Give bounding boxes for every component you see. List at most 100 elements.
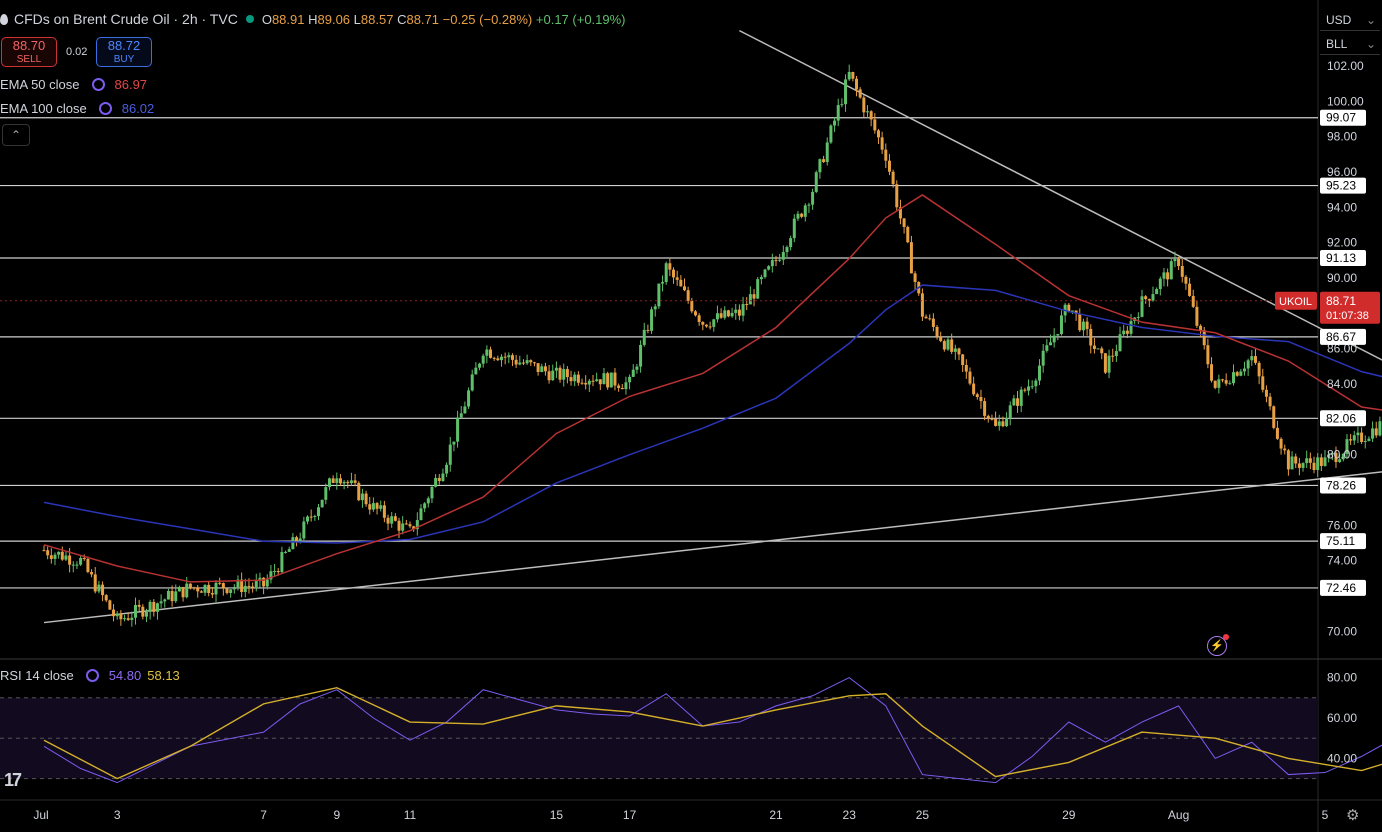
candle-body [430, 486, 434, 499]
candle-body [737, 309, 741, 316]
price-tick-label: 96.00 [1327, 165, 1357, 179]
low-value: 88.57 [360, 11, 394, 27]
candle-body [298, 538, 302, 542]
candle-body [1078, 313, 1082, 331]
candle-body [386, 517, 390, 524]
chart-canvas[interactable]: 102.00 100.00 98.00 96.00 94.00 92.00 90.00 86.… [0, 0, 1382, 832]
time-tick-label: Jul [33, 808, 48, 822]
candle-body [924, 316, 928, 319]
candle-body [628, 376, 632, 383]
candle-body [606, 373, 610, 388]
candle-body [177, 587, 181, 592]
price-tick-label: 90.00 [1327, 271, 1357, 285]
time-tick-label: 25 [916, 808, 930, 822]
low-label: L [353, 11, 361, 27]
candle-body [1107, 355, 1111, 373]
candle-body [792, 218, 796, 239]
candle-body [1374, 428, 1378, 436]
candle-body [1008, 405, 1012, 418]
candle-body [873, 119, 877, 131]
candle-body [1140, 296, 1144, 317]
candle-body [1191, 295, 1195, 307]
candle-body [1034, 380, 1038, 387]
close-value: 88.71 [406, 11, 440, 27]
ema50-legend[interactable]: EMA 50 close 86.97 [0, 77, 147, 92]
candle-body [1250, 356, 1254, 361]
candle-body [434, 477, 438, 487]
candle-body [126, 618, 130, 620]
candle-body [1059, 315, 1063, 335]
level-tag: 95.23 [1320, 177, 1366, 194]
candle-body [693, 311, 697, 316]
candle-body [273, 570, 277, 572]
buy-price: 88.72 [107, 38, 141, 53]
candle-body [1367, 438, 1371, 441]
currency-select[interactable]: USD ⌄ [1320, 9, 1380, 31]
candle-body [781, 252, 785, 260]
candle-body [485, 349, 489, 356]
unit-select[interactable]: BLL ⌄ [1320, 33, 1380, 55]
symbol-title[interactable]: CFDs on Brent Crude Oil · 2h · TVC [14, 11, 238, 27]
indicator-settings-icon[interactable] [98, 102, 112, 115]
tradingview-logo[interactable]: 17 [4, 770, 22, 791]
rsi-ma-value: 58.13 [147, 668, 180, 683]
candle-body [60, 551, 64, 560]
candle-body [734, 309, 738, 313]
open-value: 88.91 [271, 11, 305, 27]
candle-body [426, 498, 430, 504]
candle-body [1305, 458, 1309, 464]
candle-body [474, 367, 478, 375]
indicator-settings-icon[interactable] [85, 669, 99, 682]
candle-body [1290, 456, 1294, 470]
candle-body [584, 382, 588, 385]
alert-icon[interactable]: ⚡ [1207, 634, 1229, 656]
candle-body [101, 584, 105, 596]
ema100-legend[interactable]: EMA 100 close 86.02 [0, 101, 154, 116]
candle-body [1001, 421, 1005, 427]
candle-body [514, 359, 518, 365]
ohlc-values: O88.91 H89.06 L88.57 C88.71 −0.25 (−0.28… [262, 12, 626, 27]
symbol-tag-label: UKOIL [1279, 296, 1312, 308]
candle-body [639, 344, 643, 367]
candle-body [624, 382, 628, 390]
sell-button[interactable]: 88.70 SELL [1, 37, 57, 67]
gear-icon[interactable]: ⚙ [1346, 806, 1362, 824]
level-tag: 72.46 [1320, 579, 1366, 596]
candle-body [529, 360, 533, 363]
candle-body [1038, 365, 1042, 381]
candle-body [478, 363, 482, 368]
candle-body [295, 537, 299, 542]
price-tag-countdown: 01:07:38 [1326, 310, 1369, 322]
candle-body [580, 382, 584, 384]
candle-body [884, 149, 888, 161]
candle-body [320, 499, 324, 508]
rsi-tick-label: 80.00 [1327, 671, 1357, 685]
candle-body [401, 523, 405, 531]
candle-body [456, 417, 460, 442]
candle-body [470, 374, 474, 391]
candle-body [229, 589, 233, 593]
candle-body [1103, 353, 1107, 373]
indicator-settings-icon[interactable] [91, 78, 105, 91]
sell-label: SELL [16, 54, 42, 65]
candle-body [445, 464, 449, 474]
candle-body [1188, 283, 1192, 296]
rsi-legend[interactable]: RSI 14 close 54.80 58.13 [0, 668, 180, 683]
candle-body [108, 600, 112, 610]
rsi-tick-label: 40.00 [1327, 751, 1357, 765]
candle-body [642, 329, 646, 345]
candle-body [375, 503, 379, 509]
candle-body [1151, 294, 1155, 301]
candle-body [968, 371, 972, 384]
candle-body [712, 319, 716, 327]
candle-body [137, 604, 141, 607]
candle-body [785, 247, 789, 253]
candle-body [364, 493, 368, 505]
candle-body [280, 552, 284, 573]
time-tick-label: 21 [769, 808, 783, 822]
candle-body [668, 263, 672, 270]
candle-body [90, 571, 94, 575]
candle-body [994, 418, 998, 426]
collapse-legend-button[interactable]: ⌃ [2, 124, 30, 146]
buy-button[interactable]: 88.72 BUY [96, 37, 152, 67]
